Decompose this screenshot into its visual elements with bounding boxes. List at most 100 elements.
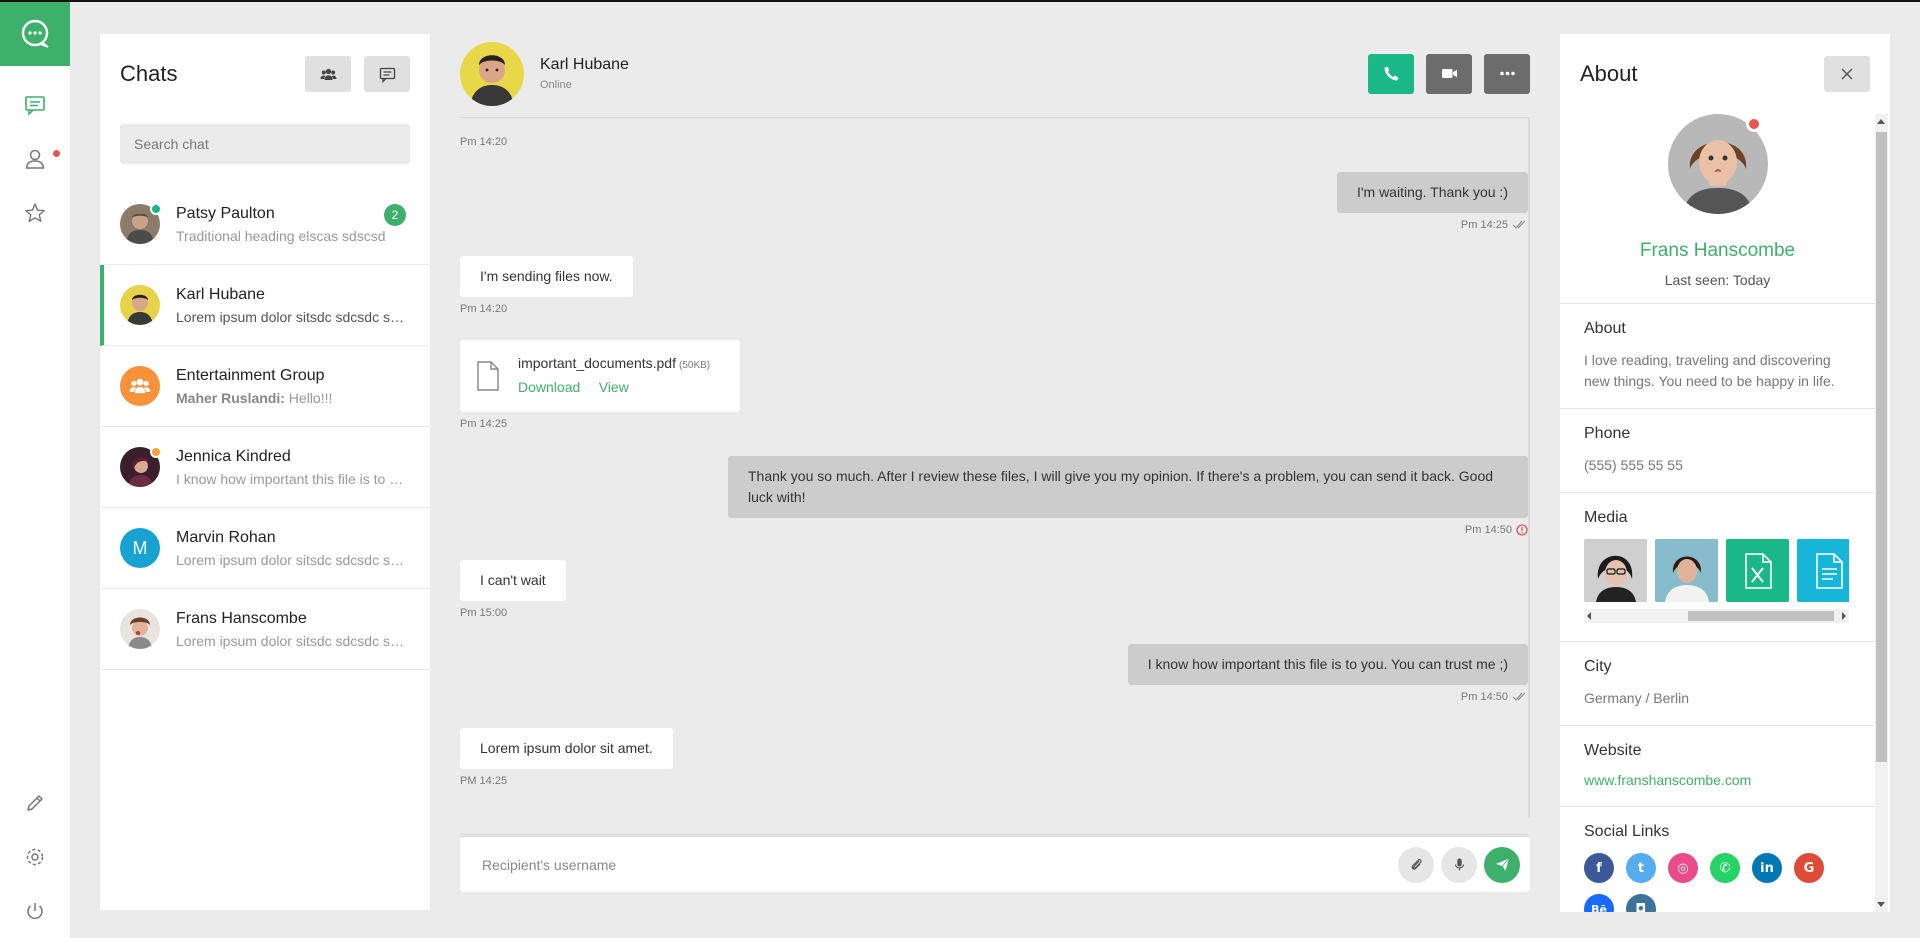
chat-list-item[interactable]: Patsy Paulton Traditional heading elscas… <box>100 184 430 265</box>
attach-button[interactable] <box>1398 846 1434 883</box>
media-section: Media <box>1560 493 1875 642</box>
avatar <box>120 609 160 649</box>
double-check-icon <box>1512 220 1526 229</box>
social-section: Social Links f t ◎ ✆ in G Bē ◘ <box>1560 807 1875 912</box>
message-bubble: I'm sending files now. <box>460 256 633 297</box>
message-time: PM 14:25 <box>460 775 508 787</box>
message-time: Pm 14:25 <box>1460 219 1508 231</box>
facebook-icon[interactable]: f <box>1584 853 1614 883</box>
message-incoming: I'm sending files now. Pm 14:20 <box>460 256 633 315</box>
view-link[interactable]: View <box>599 379 629 395</box>
chat-list: Patsy Paulton Traditional heading elscas… <box>100 184 430 670</box>
chat-preview: Traditional heading elscas sdscsd <box>176 227 386 244</box>
new-chat-icon <box>379 67 395 83</box>
about-panel: About Frans Hanscombe Last seen: Today A… <box>1560 34 1890 912</box>
city-value: Germany / Berlin <box>1584 690 1690 706</box>
chat-preview: Maher Ruslandi: Hello!!! <box>176 390 408 406</box>
voice-record-button[interactable] <box>1441 846 1477 883</box>
chat-list-item[interactable]: Jennica Kindred I know how important thi… <box>100 427 430 508</box>
avatar <box>120 285 160 325</box>
city-section: City Germany / Berlin <box>1560 642 1875 726</box>
chat-list-item[interactable]: M Marvin Rohan Lorem ipsum dolor sitsdc … <box>100 508 430 589</box>
message-time: Pm 14:50 <box>1464 524 1512 536</box>
instagram-icon[interactable]: ◘ <box>1626 894 1656 912</box>
excel-file-icon[interactable] <box>1726 539 1789 602</box>
send-button[interactable] <box>1484 846 1520 883</box>
message-input[interactable] <box>482 856 1391 873</box>
message-outgoing: I'm waiting. Thank you :) Pm 14:25 <box>1336 172 1528 231</box>
message-incoming: Lorem ipsum dolor sit amet. PM 14:25 <box>460 728 673 787</box>
new-group-button[interactable] <box>305 56 351 92</box>
chat-preview: Lorem ipsum dolor sitsdc sdcsdc sdcsdc <box>176 308 408 325</box>
conversation-header: Karl Hubane Online <box>460 30 1530 118</box>
scroll-left-arrow-icon[interactable] <box>1587 612 1591 620</box>
website-link[interactable]: www.franshanscombe.com <box>1584 772 1751 788</box>
chat-name: Patsy Paulton <box>176 204 275 222</box>
section-title: Social Links <box>1584 823 1670 840</box>
google-icon[interactable]: G <box>1794 853 1824 883</box>
conversation-panel: Karl Hubane Online Pm 14:20 I'm waiting.… <box>460 30 1530 912</box>
scroll-right-arrow-icon[interactable] <box>1842 612 1846 620</box>
behance-icon[interactable]: Bē <box>1584 894 1614 912</box>
contact-status: Online <box>540 79 572 91</box>
message-bubble: I'm waiting. Thank you :) <box>1336 172 1528 213</box>
scroll-down-arrow-icon[interactable] <box>1877 902 1885 907</box>
search-chat-input[interactable] <box>120 124 410 164</box>
media-horizontal-scrollbar[interactable] <box>1584 609 1849 623</box>
favorites-icon[interactable] <box>0 186 70 240</box>
linkedin-icon[interactable]: in <box>1752 853 1782 883</box>
avatar: M <box>120 528 160 568</box>
voice-call-button[interactable] <box>1368 53 1414 94</box>
message-bubble: I can't wait <box>460 560 566 601</box>
preview-sender: Maher Ruslandi: <box>176 389 285 406</box>
chat-name: Entertainment Group <box>176 366 325 384</box>
close-button[interactable] <box>1824 56 1870 92</box>
message-time: Pm 14:20 <box>460 303 508 315</box>
power-icon[interactable] <box>0 884 70 938</box>
dribbble-icon[interactable]: ◎ <box>1668 853 1698 883</box>
message-bubble: Lorem ipsum dolor sit amet. <box>460 728 673 769</box>
download-link[interactable]: Download <box>518 379 580 395</box>
chat-preview: I know how important this file is to you <box>176 470 408 487</box>
error-icon <box>1516 524 1528 536</box>
more-options-button[interactable] <box>1484 53 1530 94</box>
friends-icon[interactable] <box>0 132 70 186</box>
avatar <box>120 366 160 406</box>
new-chat-button[interactable] <box>364 56 410 92</box>
section-title: About <box>1584 320 1626 337</box>
video-call-button[interactable] <box>1426 53 1472 94</box>
message-incoming: I can't wait Pm 15:00 <box>460 560 566 619</box>
phone-icon <box>1384 66 1398 81</box>
about-vertical-scrollbar[interactable] <box>1875 114 1888 912</box>
edit-icon[interactable] <box>0 776 70 830</box>
section-title: City <box>1584 658 1612 675</box>
contact-name: Karl Hubane <box>540 56 629 73</box>
send-icon <box>1495 858 1509 871</box>
about-title: About <box>1580 61 1638 86</box>
document-file-icon[interactable] <box>1797 539 1849 602</box>
microphone-icon <box>1454 858 1464 871</box>
file-attachment-card: important_documents.pdf (50KB) Download V… <box>460 340 740 412</box>
scroll-up-arrow-icon[interactable] <box>1877 119 1885 124</box>
website-section: Website www.franshanscombe.com <box>1560 726 1875 807</box>
contact-avatar[interactable] <box>460 41 524 106</box>
settings-icon[interactable] <box>0 830 70 884</box>
chat-name: Jennica Kindred <box>176 447 291 465</box>
scrollbar-thumb[interactable] <box>1876 132 1887 762</box>
twitter-icon[interactable]: t <box>1626 853 1656 883</box>
social-links: f t ◎ ✆ in G Bē ◘ <box>1584 853 1844 912</box>
media-thumbnail[interactable] <box>1655 539 1718 602</box>
chat-list-item[interactable]: Entertainment Group Maher Ruslandi: Hell… <box>100 346 430 427</box>
media-thumbnail[interactable] <box>1584 539 1647 602</box>
scrollbar-thumb[interactable] <box>1688 611 1834 621</box>
chats-icon[interactable] <box>0 78 70 132</box>
whatsapp-icon[interactable]: ✆ <box>1710 853 1740 883</box>
section-title: Media <box>1584 509 1628 526</box>
avatar <box>120 203 162 244</box>
chat-logo-icon[interactable] <box>0 2 70 66</box>
rail-bottom-group <box>0 776 70 938</box>
chat-name: Marvin Rohan <box>176 528 276 546</box>
chat-list-item[interactable]: Frans Hanscombe Lorem ipsum dolor sitsdc… <box>100 589 430 670</box>
chats-title: Chats <box>120 61 178 86</box>
chat-list-item-active[interactable]: Karl Hubane Lorem ipsum dolor sitsdc sdc… <box>100 265 430 346</box>
